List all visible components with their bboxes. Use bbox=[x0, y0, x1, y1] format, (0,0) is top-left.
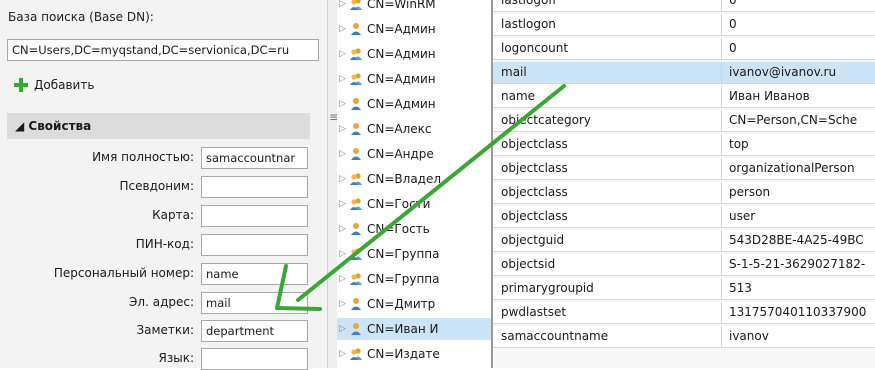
annotation-arrow bbox=[275, 84, 566, 311]
arrow-line bbox=[296, 84, 566, 302]
